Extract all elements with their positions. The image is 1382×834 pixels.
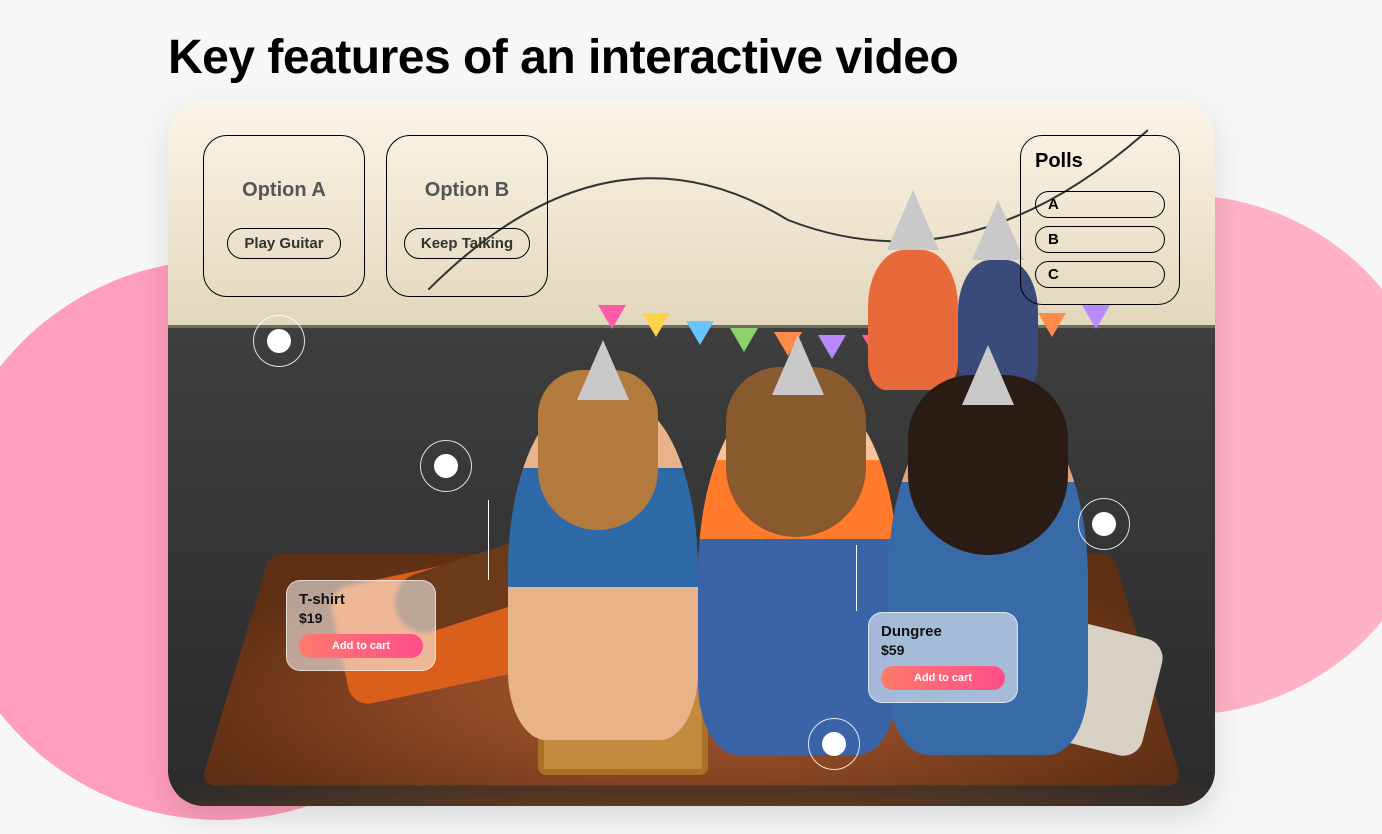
branch-option-b-card: Option B Keep Talking <box>386 135 548 297</box>
hotspot-2[interactable] <box>420 440 472 492</box>
bunting-flag <box>1038 313 1066 337</box>
hotspot-3[interactable] <box>1078 498 1130 550</box>
interactive-video-frame: Option A Play Guitar Option B Keep Talki… <box>168 100 1215 806</box>
bunting-flag <box>642 313 670 337</box>
hotspot-4[interactable] <box>808 718 860 770</box>
product-1-name: T-shirt <box>299 591 423 608</box>
scene-person-1 <box>508 400 698 740</box>
hotspot-1[interactable] <box>253 315 305 367</box>
bunting-flag <box>730 328 758 352</box>
product-1-leader <box>488 500 489 580</box>
poll-option-c[interactable]: C <box>1035 261 1165 288</box>
branch-option-b-label: Option B <box>425 179 509 202</box>
poll-option-b[interactable]: B <box>1035 226 1165 253</box>
branch-option-a-button[interactable]: Play Guitar <box>227 228 340 259</box>
branch-option-a-card: Option A Play Guitar <box>203 135 365 297</box>
bunting-flag <box>686 321 714 345</box>
scene-person-2 <box>698 395 898 755</box>
branch-option-a-label: Option A <box>242 179 326 202</box>
branch-option-b-button[interactable]: Keep Talking <box>404 228 530 259</box>
product-card-tshirt: T-shirt $19 Add to cart <box>286 580 436 671</box>
scene-person-back-1 <box>868 250 958 390</box>
bunting-flag <box>1082 305 1110 329</box>
product-1-add-to-cart[interactable]: Add to cart <box>299 634 423 658</box>
bunting-flag <box>598 305 626 329</box>
page-title: Key features of an interactive video <box>168 30 958 85</box>
product-2-price: $59 <box>881 642 1005 658</box>
product-2-name: Dungree <box>881 623 1005 640</box>
polls-card: Polls A B C <box>1020 135 1180 305</box>
polls-title: Polls <box>1035 150 1165 173</box>
product-2-add-to-cart[interactable]: Add to cart <box>881 666 1005 690</box>
product-2-leader <box>856 545 857 611</box>
product-1-price: $19 <box>299 610 423 626</box>
product-card-dungree: Dungree $59 Add to cart <box>868 612 1018 703</box>
poll-option-a[interactable]: A <box>1035 191 1165 218</box>
